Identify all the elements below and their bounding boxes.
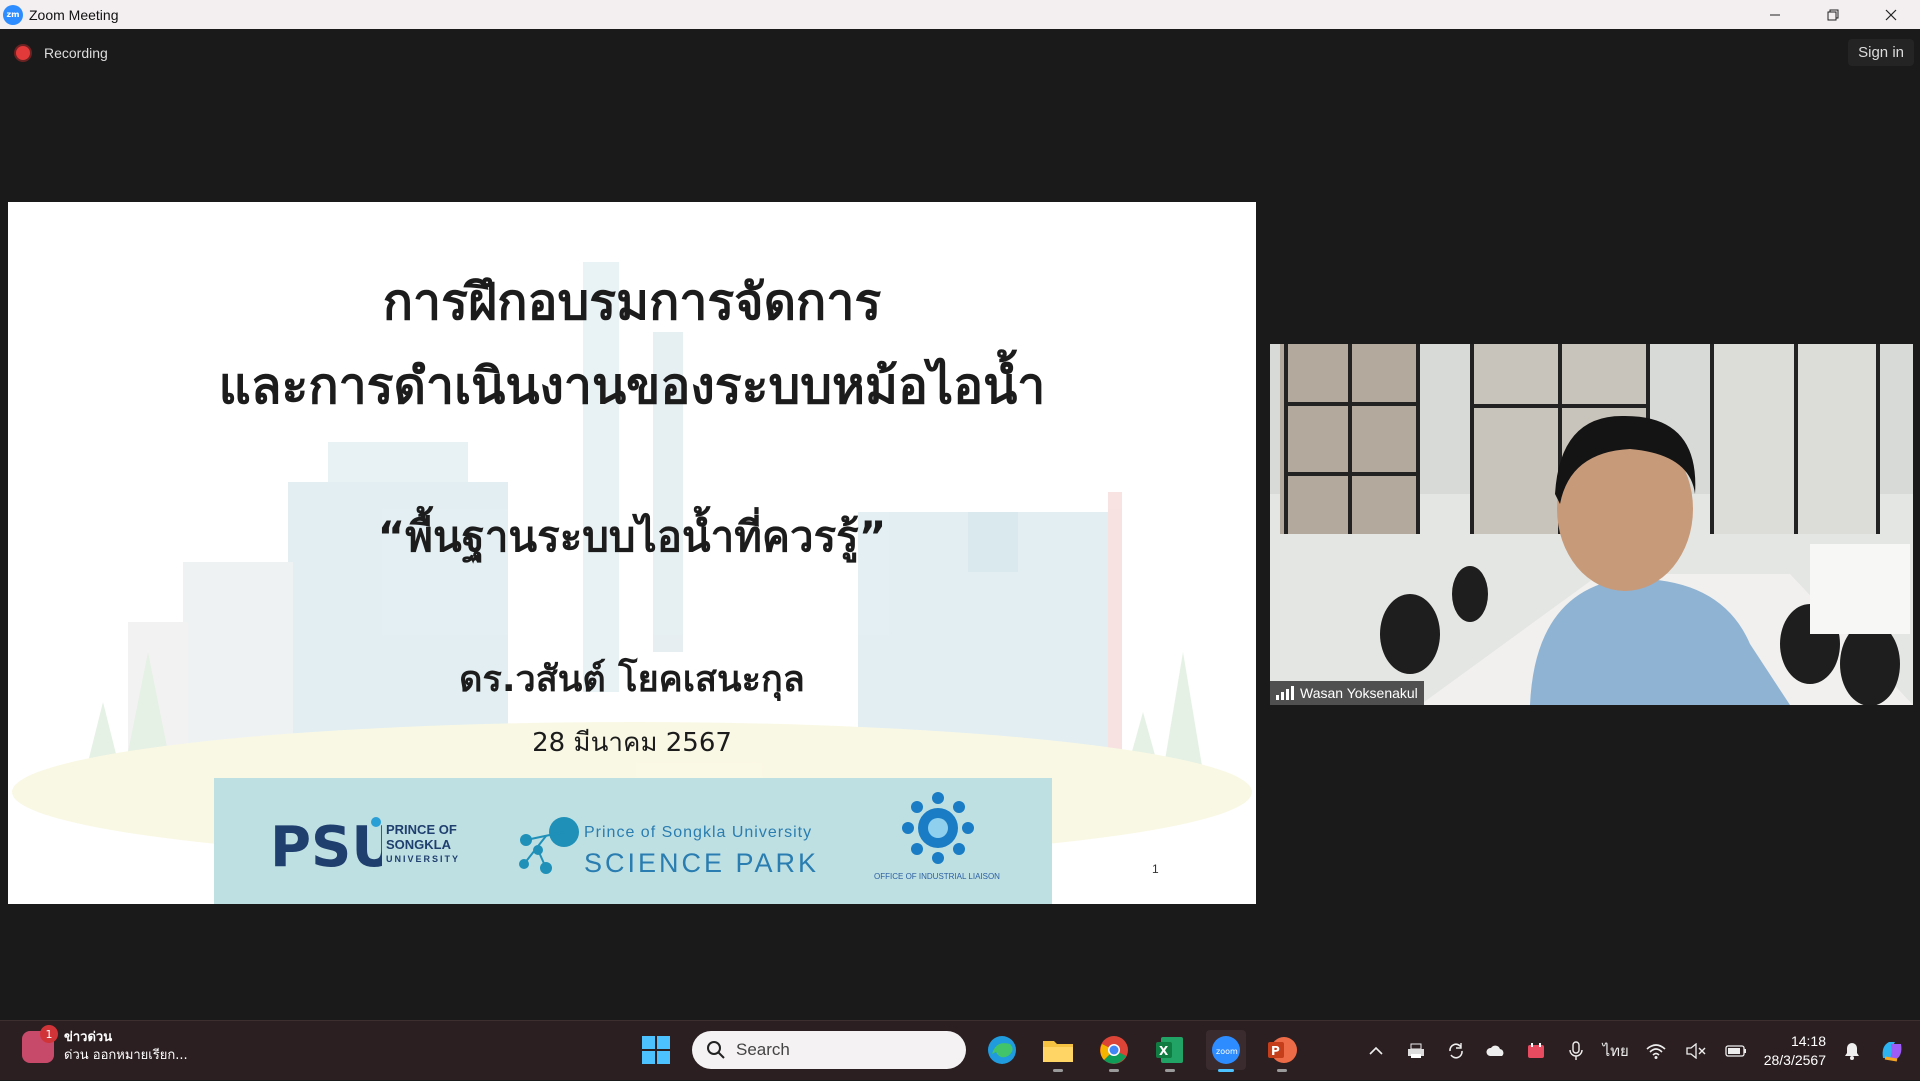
battery-icon[interactable]	[1716, 1031, 1756, 1071]
sign-in-button[interactable]: Sign in	[1848, 39, 1914, 66]
system-tray: ไทย 14:18 28/3/2567	[1356, 1021, 1920, 1081]
start-button[interactable]	[636, 1030, 676, 1070]
language-indicator[interactable]: ไทย	[1596, 1031, 1636, 1071]
taskbar-search[interactable]: Search	[692, 1031, 966, 1069]
svg-text:P: P	[1271, 1044, 1280, 1058]
minimize-button[interactable]	[1746, 0, 1804, 29]
news-title: ข่าวด่วน	[64, 1030, 113, 1045]
search-placeholder: Search	[736, 1040, 790, 1059]
recording-indicator[interactable]: Recording	[16, 45, 108, 61]
svg-text:X: X	[1159, 1044, 1169, 1058]
slide-subtitle: “พื้นฐานระบบไอน้ำที่ควรรู้”	[377, 512, 887, 561]
search-icon	[707, 1041, 725, 1059]
notification-bell-icon[interactable]	[1832, 1031, 1872, 1071]
industrial-liaison-logo	[902, 792, 974, 864]
windows-taskbar: 1 ข่าวด่วน ด่วน ออกหมายเรียก... Search X…	[0, 1020, 1920, 1080]
onedrive-cloud-icon[interactable]	[1476, 1031, 1516, 1071]
file-explorer-icon[interactable]	[1038, 1030, 1078, 1072]
clock-time: 14:18	[1790, 1033, 1826, 1049]
volume-muted-icon[interactable]	[1676, 1031, 1716, 1071]
news-widget[interactable]: 1 ข่าวด่วน ด่วน ออกหมายเรียก...	[22, 1025, 188, 1065]
zoom-app-icon: zm	[3, 4, 23, 25]
news-subtitle: ด่วน ออกหมายเรียก...	[64, 1048, 188, 1063]
news-badge: 1	[40, 1025, 58, 1043]
taskbar-clock[interactable]: 14:18 28/3/2567	[1764, 1032, 1826, 1070]
close-button[interactable]	[1862, 0, 1920, 29]
sync-icon[interactable]	[1436, 1031, 1476, 1071]
slide-title-line1: การฝึกอบรมการจัดการ	[382, 273, 882, 331]
restore-button[interactable]	[1804, 0, 1862, 29]
powerpoint-icon[interactable]: P	[1262, 1030, 1302, 1072]
copilot-icon[interactable]	[1872, 1031, 1912, 1071]
windows-logo-icon	[642, 1036, 670, 1064]
recording-icon	[16, 46, 30, 60]
slide-logo-band: PSU PRINCE OF SONGKLA UNIVERSITY Prince …	[214, 778, 1052, 904]
restore-icon	[1827, 9, 1839, 20]
minimize-icon	[1770, 14, 1780, 15]
close-icon	[1885, 9, 1897, 20]
signal-strength-icon	[1276, 686, 1294, 700]
slide-page-number: 1	[1152, 862, 1159, 876]
science-park-logo	[519, 817, 579, 874]
meeting-area: Recording Sign in การฝึกอบรมการจัดการ แล…	[0, 29, 1920, 1020]
participant-video-frame	[1270, 344, 1913, 705]
chrome-icon[interactable]	[1094, 1030, 1134, 1072]
excel-icon[interactable]: X	[1150, 1030, 1190, 1072]
printer-icon[interactable]	[1396, 1031, 1436, 1071]
svg-text:PSU: PSU	[270, 815, 382, 874]
edge-icon[interactable]	[982, 1030, 1022, 1070]
wifi-icon[interactable]	[1636, 1031, 1676, 1071]
shared-screen-slide: การฝึกอบรมการจัดการ และการดำเนินงานของระ…	[8, 202, 1256, 904]
svg-text:zoom: zoom	[1216, 1047, 1238, 1056]
window-titlebar: zm Zoom Meeting	[0, 0, 1920, 29]
slide-title-line2: และการดำเนินงานของระบบหม้อไอน้ำ	[218, 357, 1046, 415]
window-title: Zoom Meeting	[29, 6, 119, 23]
industrial-liaison-text: OFFICE OF INDUSTRIAL LIAISON	[874, 872, 1000, 881]
clock-date: 28/3/2567	[1763, 1052, 1826, 1068]
app-tray-icon[interactable]	[1516, 1031, 1556, 1071]
slide-presenter: ดร.วสันต์ โยคเสนะกุล	[459, 659, 805, 700]
news-icon: 1	[22, 1025, 58, 1063]
slide-date: 28 มีนาคม 2567	[532, 728, 732, 758]
psu-logo: PSU	[270, 815, 382, 874]
science-park-line1: Prince of Songkla University	[584, 824, 813, 841]
zoom-icon[interactable]: zoom	[1206, 1030, 1246, 1072]
chevron-up-icon[interactable]	[1356, 1031, 1396, 1071]
psu-wordmark: PRINCE OF SONGKLA UNIVERSITY	[386, 822, 461, 864]
microphone-icon[interactable]	[1556, 1031, 1596, 1071]
science-park-line2: SCIENCE PARK	[584, 848, 820, 878]
participant-video[interactable]: Wasan Yoksenakul	[1270, 344, 1913, 705]
recording-label: Recording	[44, 45, 108, 61]
participant-name: Wasan Yoksenakul	[1300, 685, 1418, 701]
participant-name-tag: Wasan Yoksenakul	[1270, 681, 1424, 705]
